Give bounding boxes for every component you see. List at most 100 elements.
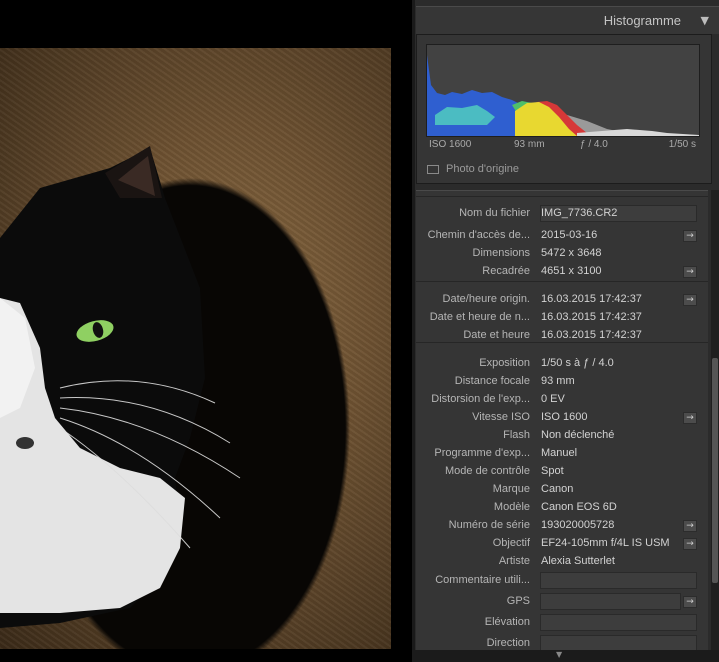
metadata-panel: Nom du fichier IMG_7736.CR2 Chemin d'accès… bbox=[416, 190, 708, 650]
metadata-field[interactable] bbox=[540, 593, 681, 610]
metadata-label: Numéro de série bbox=[448, 519, 530, 531]
metadata-row: Exposition 1/50 s à ƒ / 4.0 bbox=[416, 355, 708, 373]
metadata-value: 4651 x 3100 bbox=[541, 265, 602, 277]
right-panel: Histogramme ▼ ISO 1600 93 mm ƒ / 4.0 1/5… bbox=[412, 0, 719, 662]
metadata-label: Distorsion de l'exp... bbox=[431, 393, 530, 405]
metadata-value: Alexia Sutterlet bbox=[541, 555, 615, 567]
metadata-row: GPS → bbox=[416, 593, 708, 611]
metadata-row: Vitesse ISO ISO 1600 → bbox=[416, 409, 708, 427]
go-arrow-icon[interactable]: → bbox=[683, 294, 697, 306]
metadata-row: Recadrée 4651 x 3100 → bbox=[416, 263, 708, 281]
cat-illustration bbox=[0, 146, 241, 628]
panel-bottom-bar[interactable]: ▼ bbox=[412, 650, 719, 662]
metadata-row: Date et heure 16.03.2015 17:42:37 bbox=[416, 327, 708, 345]
collapse-triangle-icon[interactable]: ▼ bbox=[701, 14, 709, 27]
histogram-header[interactable]: Histogramme ▼ bbox=[416, 6, 719, 34]
metadata-row: Date et heure de n... 16.03.2015 17:42:37 bbox=[416, 309, 708, 327]
expand-arrow-icon[interactable]: ▼ bbox=[556, 650, 562, 659]
metadata-label: Mode de contrôle bbox=[445, 465, 530, 477]
cat-photo[interactable] bbox=[0, 48, 391, 649]
metadata-field[interactable] bbox=[540, 635, 697, 650]
metadata-value: EF24-105mm f/4L IS USM bbox=[541, 537, 670, 549]
histogram-readout: ISO 1600 93 mm ƒ / 4.0 1/50 s bbox=[426, 139, 700, 153]
metadata-label: Vitesse ISO bbox=[472, 411, 530, 423]
metadata-row: Objectif EF24-105mm f/4L IS USM → bbox=[416, 535, 708, 553]
go-arrow-icon[interactable]: → bbox=[683, 230, 697, 242]
photo-viewer[interactable] bbox=[0, 0, 412, 662]
metadata-row: Date/heure origin. 16.03.2015 17:42:37 → bbox=[416, 291, 708, 309]
metadata-field[interactable] bbox=[540, 572, 697, 589]
metadata-value: 0 EV bbox=[541, 393, 565, 405]
metadata-value: 193020005728 bbox=[541, 519, 615, 531]
metadata-value: 1/50 s à ƒ / 4.0 bbox=[541, 357, 614, 369]
metadata-label: Date et heure de n... bbox=[429, 311, 530, 323]
original-photo-label: Photo d'origine bbox=[446, 163, 520, 175]
histogram-panel: ISO 1600 93 mm ƒ / 4.0 1/50 s Photo d'or… bbox=[416, 34, 712, 184]
metadata-label: Programme d'exp... bbox=[434, 447, 530, 459]
metadata-label: Nom du fichier bbox=[459, 207, 530, 219]
metadata-label: Direction bbox=[486, 637, 530, 649]
panel-divider[interactable] bbox=[412, 0, 415, 662]
metadata-value: Non déclenché bbox=[541, 429, 615, 441]
readout-iso: ISO 1600 bbox=[429, 139, 472, 150]
metadata-row: Commentaire utili... bbox=[416, 572, 708, 590]
metadata-field[interactable] bbox=[540, 614, 697, 631]
metadata-value: 5472 x 3648 bbox=[541, 247, 602, 259]
histogram-curves bbox=[427, 55, 699, 136]
metadata-label: GPS bbox=[506, 595, 530, 607]
metadata-row: Distance focale 93 mm bbox=[416, 373, 708, 391]
metadata-value: 93 mm bbox=[541, 375, 575, 387]
metadata-label: Commentaire utili... bbox=[435, 574, 530, 586]
go-arrow-icon[interactable]: → bbox=[683, 412, 697, 424]
go-arrow-icon[interactable]: → bbox=[683, 266, 697, 278]
readout-aperture: ƒ / 4.0 bbox=[580, 139, 608, 150]
metadata-row: Programme d'exp... Manuel bbox=[416, 445, 708, 463]
metadata-row: Numéro de série 193020005728 → bbox=[416, 517, 708, 535]
metadata-row: Elévation bbox=[416, 614, 708, 632]
metadata-label: Date et heure bbox=[463, 329, 530, 341]
readout-focal: 93 mm bbox=[514, 139, 545, 150]
histogram-title: Histogramme bbox=[603, 13, 681, 28]
metadata-row: Mode de contrôle Spot bbox=[416, 463, 708, 481]
metadata-label: Recadrée bbox=[482, 265, 530, 277]
metadata-row: Nom du fichier IMG_7736.CR2 bbox=[416, 205, 708, 223]
metadata-label: Objectif bbox=[492, 537, 530, 549]
metadata-value: 2015-03-16 bbox=[541, 229, 598, 241]
metadata-label: Elévation bbox=[484, 616, 530, 628]
metadata-row: Modèle Canon EOS 6D bbox=[416, 499, 708, 517]
metadata-label: Flash bbox=[503, 429, 530, 441]
scrollbar-thumb[interactable] bbox=[712, 358, 718, 583]
metadata-value: Canon bbox=[541, 483, 574, 495]
metadata-label: Modèle bbox=[493, 501, 530, 513]
section-separator bbox=[416, 196, 708, 197]
section-separator bbox=[416, 281, 708, 282]
original-photo-checkbox[interactable] bbox=[427, 165, 439, 174]
metadata-value: ISO 1600 bbox=[541, 411, 588, 423]
metadata-row: Artiste Alexia Sutterlet bbox=[416, 553, 708, 571]
metadata-row: Dimensions 5472 x 3648 bbox=[416, 245, 708, 263]
metadata-value: Canon EOS 6D bbox=[541, 501, 617, 513]
metadata-row: Distorsion de l'exp... 0 EV bbox=[416, 391, 708, 409]
metadata-value: Manuel bbox=[541, 447, 578, 459]
metadata-value: 16.03.2015 17:42:37 bbox=[541, 329, 642, 341]
metadata-label: Dimensions bbox=[472, 247, 530, 259]
histogram-graph[interactable] bbox=[426, 44, 700, 137]
metadata-row: Flash Non déclenché bbox=[416, 427, 708, 445]
metadata-value[interactable]: IMG_7736.CR2 bbox=[541, 207, 617, 219]
metadata-value: Spot bbox=[541, 465, 564, 477]
metadata-value: 16.03.2015 17:42:37 bbox=[541, 311, 642, 323]
metadata-label: Artiste bbox=[498, 555, 530, 567]
metadata-label: Distance focale bbox=[454, 375, 530, 387]
metadata-label: Date/heure origin. bbox=[442, 293, 530, 305]
metadata-value: 16.03.2015 17:42:37 bbox=[541, 293, 642, 305]
go-arrow-icon[interactable]: → bbox=[683, 520, 697, 532]
metadata-row: Marque Canon bbox=[416, 481, 708, 499]
metadata-label: Exposition bbox=[479, 357, 530, 369]
go-arrow-icon[interactable]: → bbox=[683, 538, 697, 550]
go-arrow-icon[interactable]: → bbox=[683, 596, 697, 608]
readout-shutter: 1/50 s bbox=[668, 139, 696, 150]
metadata-row: Direction bbox=[416, 635, 708, 650]
metadata-label: Marque bbox=[492, 483, 530, 495]
metadata-row: Chemin d'accès de... 2015-03-16 → bbox=[416, 227, 708, 245]
metadata-scrollbar[interactable] bbox=[711, 190, 719, 650]
